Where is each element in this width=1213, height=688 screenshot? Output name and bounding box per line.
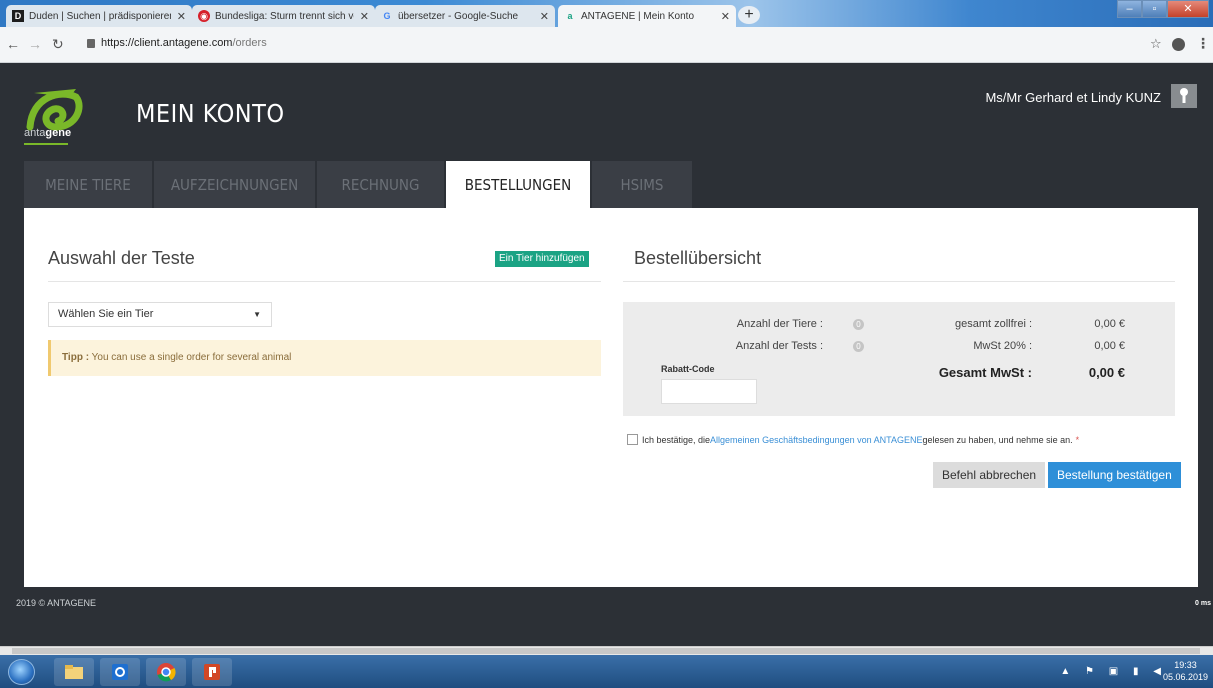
reload-icon[interactable]: ↻ [52, 36, 64, 53]
file-explorer-icon[interactable] [54, 658, 94, 686]
start-button[interactable] [8, 659, 35, 685]
lock-icon [87, 39, 95, 48]
test-selection-title: Auswahl der Teste [48, 248, 195, 268]
browser-tab-duden[interactable]: D Duden | Suchen | prädisponieren ✕ [6, 5, 192, 27]
terms-text-pre: Ich bestätige, die [642, 434, 711, 445]
discount-code-label: Rabatt-Code [661, 364, 715, 374]
content-panel: Auswahl der Teste Ein Tier hinzufügen Wä… [24, 208, 1198, 587]
page: antagene MEIN KONTO Ms/Mr Gerhard et Lin… [0, 63, 1213, 648]
target-favicon-icon: ◉ [198, 10, 210, 22]
clock-time: 19:33 [1174, 660, 1197, 670]
close-tab-icon[interactable]: ✕ [721, 10, 730, 23]
logo-text: antagene [24, 127, 71, 139]
gross-total-value: 0,00 € [1088, 365, 1125, 380]
terms-link[interactable]: Allgemeinen Geschäftsbedingungen von ANT… [710, 435, 922, 445]
net-total-label: gesamt zollfrei : [954, 318, 1032, 330]
google-favicon-icon: G [383, 11, 391, 21]
terms-confirmation: Ich bestätige, die Allgemeinen Geschäfts… [627, 434, 1079, 445]
browser-tab-strip: D Duden | Suchen | prädisponieren ✕ ◉ Bu… [0, 0, 1213, 27]
close-window-icon[interactable]: ✕ [1167, 0, 1209, 18]
discount-code-input[interactable] [661, 379, 757, 404]
browser-tab-bundesliga[interactable]: ◉ Bundesliga: Sturm trennt sich von ✕ [192, 5, 375, 27]
logo-underline [24, 143, 68, 145]
order-summary-box: Anzahl der Tiere : 0 Anzahl der Tests : … [623, 302, 1175, 416]
minimize-icon[interactable]: – [1117, 0, 1142, 18]
url-path: /orders [232, 37, 267, 49]
user-key-icon[interactable] [1171, 84, 1197, 108]
tip-label: Tipp : [62, 352, 90, 363]
browser-menu-icon[interactable]: ⋮ [1196, 35, 1210, 52]
powerpoint-icon[interactable] [192, 658, 232, 686]
required-mark: * [1075, 434, 1080, 445]
gross-total-label: Gesamt MwSt : [938, 365, 1032, 380]
browser-tab-antagene[interactable]: a ANTAGENE | Mein Konto ✕ [558, 5, 736, 27]
duden-favicon-icon: D [12, 10, 24, 22]
tab-aufzeichnungen[interactable]: AUFZEICHNUNGEN [154, 161, 315, 208]
tab-meine-tiere[interactable]: MEINE TIERE [24, 161, 152, 208]
system-clock[interactable]: 19:33 05.06.2019 [1163, 659, 1208, 683]
chrome-icon[interactable] [146, 658, 186, 686]
animal-select-value: Wählen Sie ein Tier [58, 308, 154, 320]
logo-text-pre: anta [24, 127, 46, 139]
clock-date: 05.06.2019 [1162, 672, 1208, 682]
outlook-icon[interactable] [100, 658, 140, 686]
bookmark-star-icon[interactable]: ☆ [1150, 36, 1162, 52]
user-name[interactable]: Ms/Mr Gerhard et Lindy KUNZ [985, 90, 1161, 105]
test-count-icon: 0 [853, 341, 864, 352]
url-field[interactable]: https://client.antagene.com/orders [101, 37, 267, 49]
tab-hsims[interactable]: HSIMS [592, 161, 692, 208]
tab-title: ANTAGENE | Mein Konto [581, 10, 695, 22]
window-controls: – ▫ ✕ [1117, 0, 1209, 18]
terms-text-post: gelesen zu haben, und nehme sie an. [922, 434, 1073, 445]
browser-tab-google[interactable]: G übersetzer - Google-Suche ✕ [375, 5, 555, 27]
system-tray-icons[interactable]: ▲ ⚑ ▣ ▮ ◀ [1060, 666, 1167, 677]
horizontal-scrollbar[interactable] [0, 646, 1213, 655]
page-title: MEIN KONTO [136, 99, 285, 128]
add-animal-button[interactable]: Ein Tier hinzufügen [495, 251, 589, 267]
forward-arrow-icon[interactable]: → [28, 36, 42, 52]
antagene-favicon-icon: a [567, 11, 573, 21]
scrollbar-thumb[interactable] [12, 648, 1200, 654]
new-tab-button[interactable]: + [738, 6, 760, 24]
tip-text: You can use a single order for several a… [89, 352, 292, 363]
tip-alert: Tipp : You can use a single order for se… [48, 340, 601, 376]
close-tab-icon[interactable]: ✕ [540, 10, 549, 23]
animal-select[interactable]: Wählen Sie ein Tier ▼ [48, 302, 272, 327]
tab-title: Bundesliga: Sturm trennt sich von [215, 10, 354, 22]
main-nav: MEINE TIERE AUFZEICHNUNGEN RECHNUNG BEST… [24, 161, 694, 208]
order-summary-title: Bestellübersicht [634, 248, 762, 268]
close-tab-icon[interactable]: ✕ [360, 10, 369, 23]
net-total-value: 0,00 € [1094, 318, 1125, 330]
tab-title: Duden | Suchen | prädisponieren [29, 10, 171, 22]
test-count-label: Anzahl der Tests : [735, 340, 823, 352]
vat-value: 0,00 € [1094, 340, 1125, 352]
caret-down-icon: ▼ [253, 310, 261, 319]
back-arrow-icon[interactable]: ← [6, 36, 20, 52]
footer-copyright: 2019 © ANTAGENE [16, 598, 96, 608]
browser-address-bar: ← → ↻ https://client.antagene.com/orders… [0, 27, 1213, 63]
divider [48, 281, 601, 282]
animal-count-icon: 0 [853, 319, 864, 330]
cancel-order-button[interactable]: Befehl abbrechen [933, 462, 1046, 488]
close-tab-icon[interactable]: ✕ [177, 10, 186, 23]
maximize-icon[interactable]: ▫ [1142, 0, 1167, 18]
windows-taskbar: ▲ ⚑ ▣ ▮ ◀ 19:33 05.06.2019 [0, 655, 1213, 688]
tab-title: übersetzer - Google-Suche [398, 10, 519, 22]
tab-bestellungen[interactable]: BESTELLUNGEN [446, 161, 590, 208]
terms-checkbox[interactable] [627, 434, 638, 445]
confirm-order-button[interactable]: Bestellung bestätigen [1048, 462, 1181, 488]
tab-rechnung[interactable]: RECHNUNG [317, 161, 444, 208]
vat-label: MwSt 20% : [973, 340, 1032, 352]
divider [623, 281, 1175, 282]
url-host: https://client.antagene.com [101, 37, 233, 49]
animal-count-label: Anzahl der Tiere : [736, 318, 823, 330]
logo-text-bold: gene [45, 127, 72, 139]
account-icon[interactable] [1172, 38, 1185, 51]
footer-timing: 0 ms [1195, 600, 1211, 607]
